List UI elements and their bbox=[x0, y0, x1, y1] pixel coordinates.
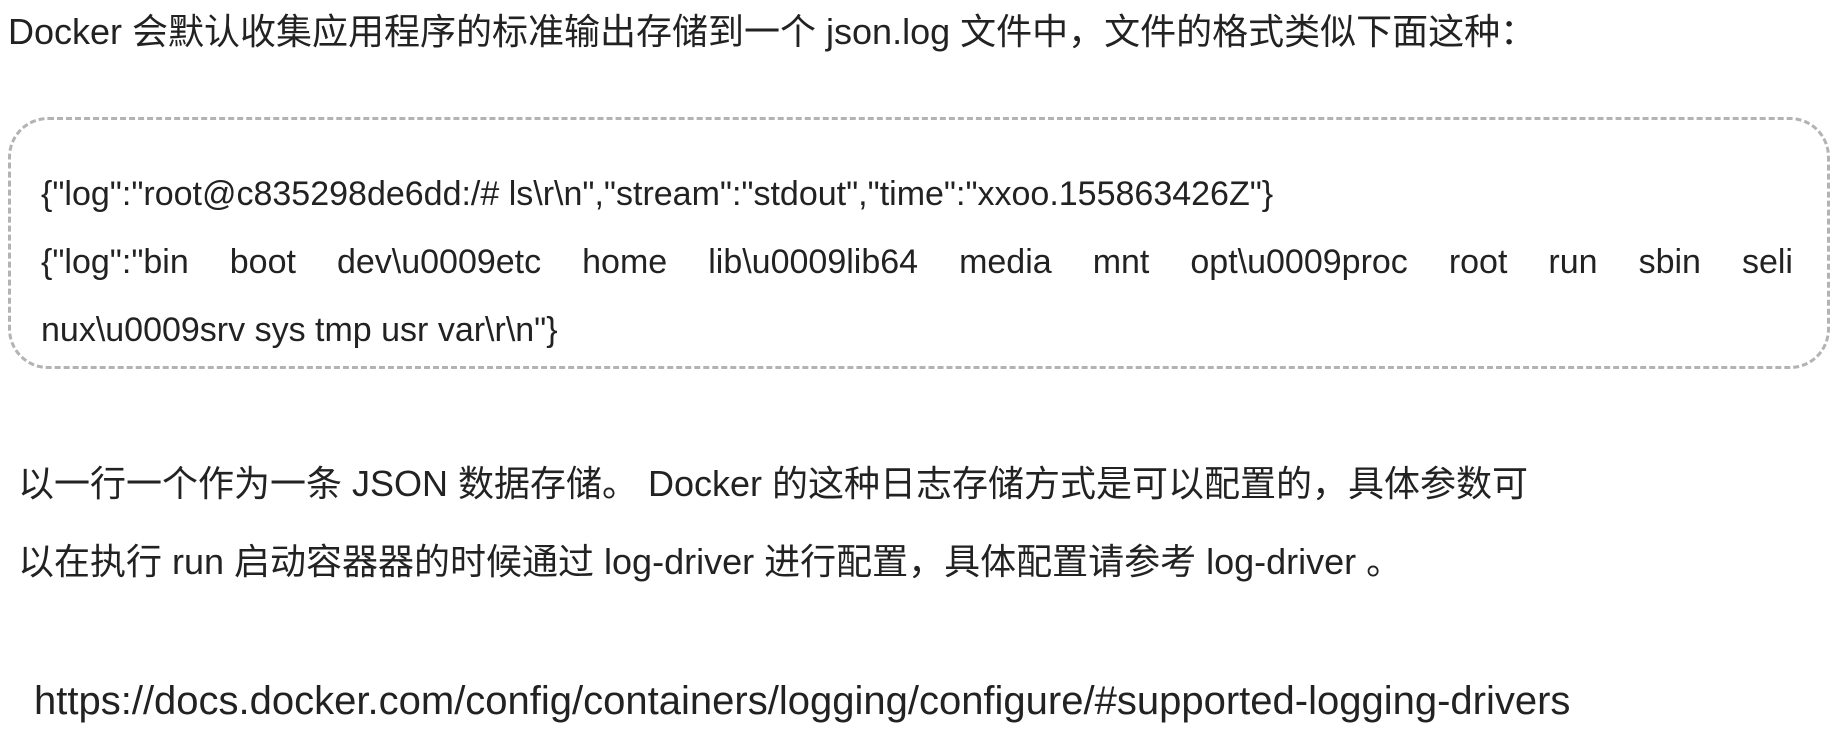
docs-url: https://docs.docker.com/config/container… bbox=[34, 679, 1571, 723]
code-line: nux\u0009srv sys tmp usr var\r\n"} bbox=[41, 311, 558, 349]
paragraph-line: 以一行一个作为一条 JSON 数据存储。 Docker 的这种日志存储方式是可以… bbox=[18, 463, 1529, 504]
paragraph-line: 以在执行 run 启动容器器的时候通过 log-driver 进行配置，具体配置… bbox=[18, 541, 1403, 582]
body-paragraph: 以一行一个作为一条 JSON 数据存储。 Docker 的这种日志存储方式是可以… bbox=[18, 445, 1824, 601]
intro-text: Docker 会默认收集应用程序的标准输出存储到一个 json.log 文件中，… bbox=[8, 11, 1537, 52]
code-line: {"log":"root@c835298de6dd:/# ls\r\n","st… bbox=[41, 175, 1274, 213]
code-line: {"log":"bin boot dev\u0009etc home lib\u… bbox=[41, 243, 1793, 281]
code-block: {"log":"root@c835298de6dd:/# ls\r\n","st… bbox=[8, 117, 1830, 369]
